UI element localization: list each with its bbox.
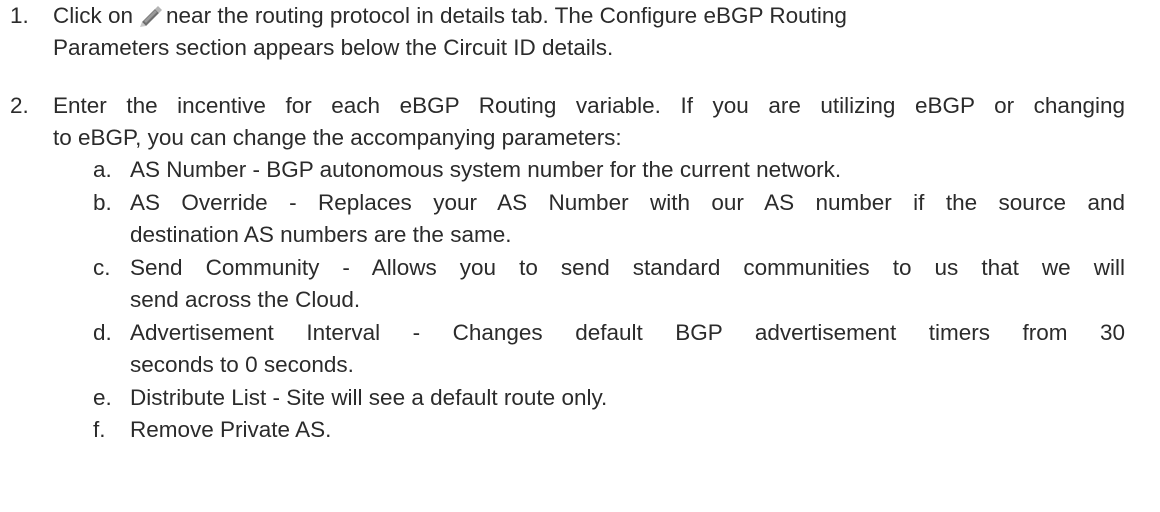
list-text: Remove Private AS. xyxy=(130,414,1125,446)
list-letter: b. xyxy=(93,190,112,215)
list-letter: a. xyxy=(93,157,112,182)
list-line: send across the Cloud. xyxy=(130,287,361,312)
step-number: 1. xyxy=(10,3,29,28)
list-letter: c. xyxy=(93,255,111,280)
list-line: Advertisement Interval - Changes default… xyxy=(130,320,1125,345)
step-line: Enter the incentive for each eBGP Routin… xyxy=(53,93,1125,118)
step-line: to eBGP, you can change the accompanying… xyxy=(53,125,622,150)
list-text: Send Community - Allows you to send stan… xyxy=(130,252,1125,316)
list-letter: e. xyxy=(93,385,112,410)
list-letter: f. xyxy=(93,417,106,442)
list-line: AS Number - BGP autonomous system number… xyxy=(130,157,842,182)
step-text: Enter the incentive for each eBGP Routin… xyxy=(53,90,1125,154)
document-page: 1. Click on near the routing protocol in… xyxy=(0,0,1160,512)
list-line: Distribute List - Site will see a defaul… xyxy=(130,385,608,410)
step-line: Click on near the routing protocol in de… xyxy=(53,0,1125,32)
list-text: AS Number - BGP autonomous system number… xyxy=(130,154,1125,186)
list-text: Advertisement Interval - Changes default… xyxy=(130,317,1125,381)
list-text: Distribute List - Site will see a defaul… xyxy=(130,382,1125,414)
list-line: seconds to 0 seconds. xyxy=(130,352,354,377)
step-text-after-icon: near the routing protocol in details tab… xyxy=(166,3,847,28)
step-text-before-icon: Click on xyxy=(53,3,134,28)
pencil-edit-icon xyxy=(135,3,163,27)
step-number: 2. xyxy=(10,93,29,118)
list-line: destination AS numbers are the same. xyxy=(130,222,512,247)
list-line: Remove Private AS. xyxy=(130,417,332,442)
list-line: AS Override - Replaces your AS Number wi… xyxy=(130,190,1125,215)
step-line: Parameters section appears below the Cir… xyxy=(53,35,614,60)
step-text: Click on near the routing protocol in de… xyxy=(53,0,1125,64)
list-line: Send Community - Allows you to send stan… xyxy=(130,255,1125,280)
list-text: AS Override - Replaces your AS Number wi… xyxy=(130,187,1125,251)
list-letter: d. xyxy=(93,320,112,345)
